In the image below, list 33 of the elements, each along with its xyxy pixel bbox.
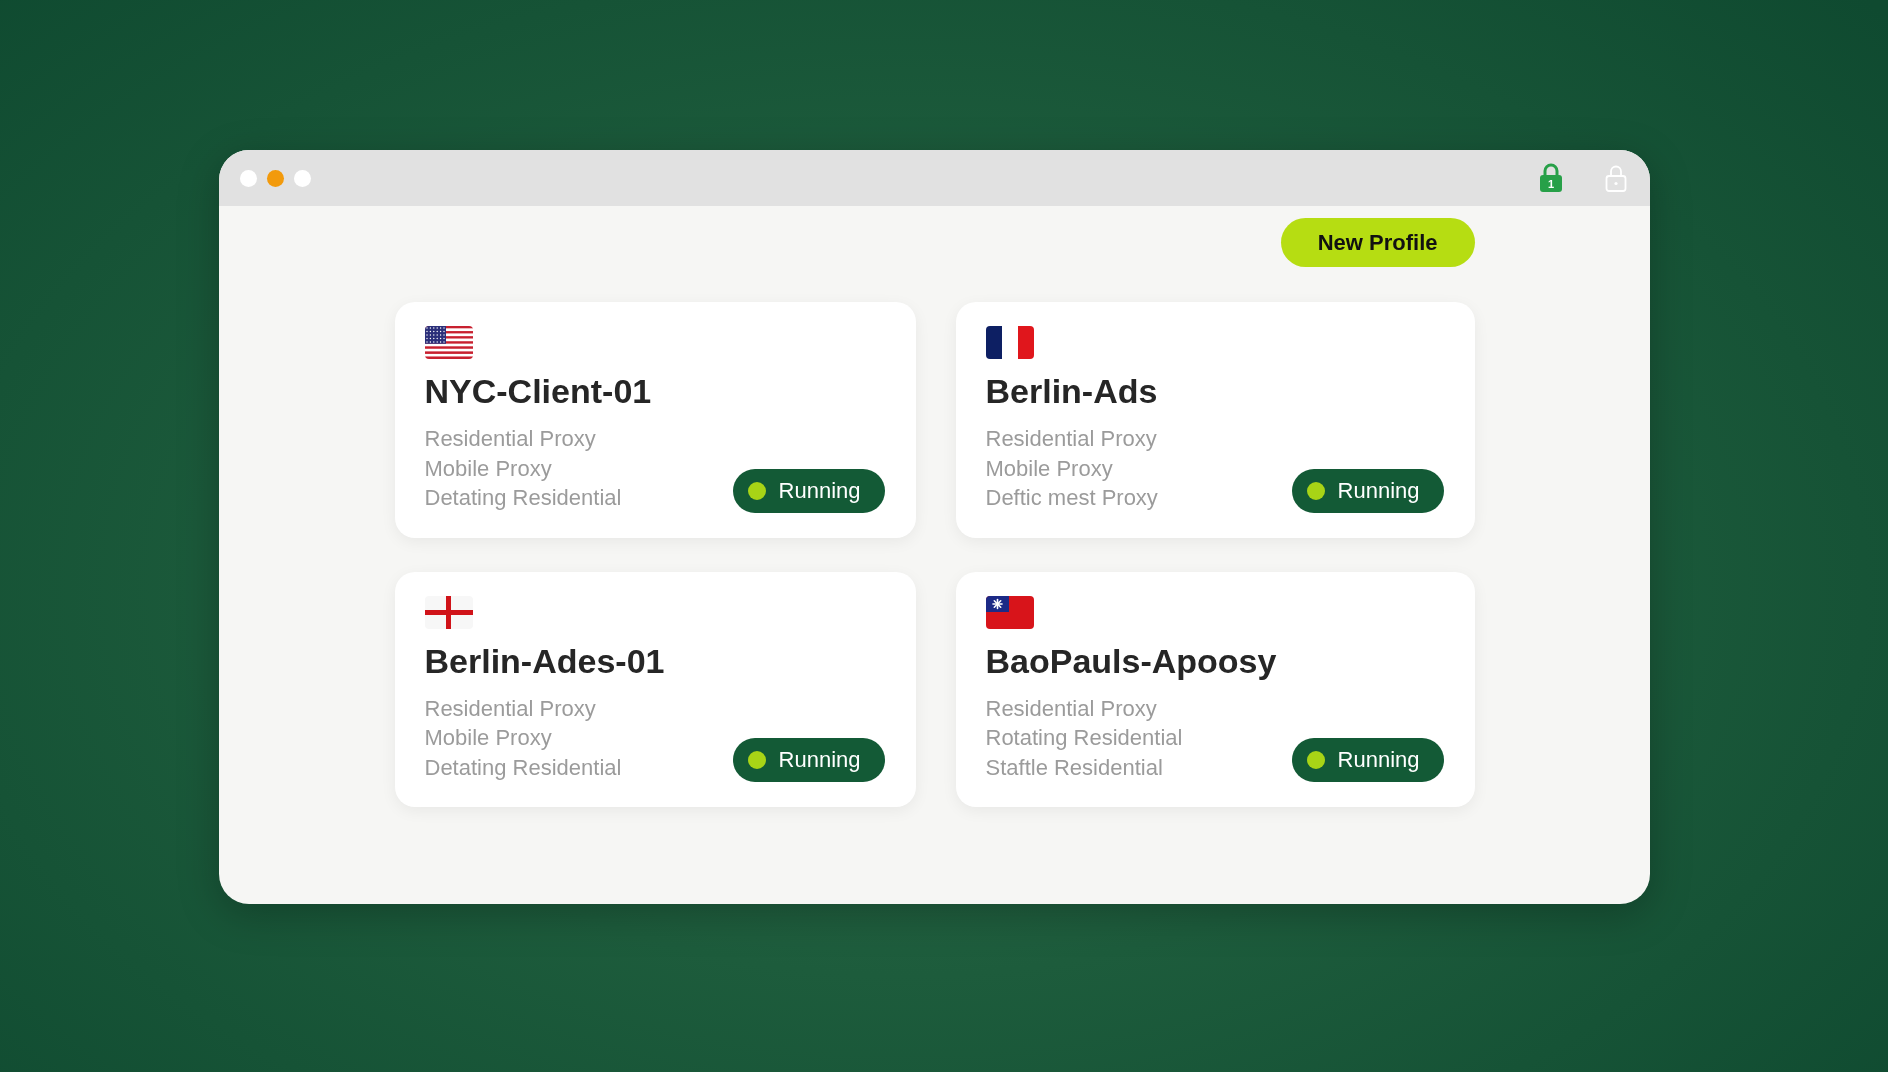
proxy-type-text: Residential Proxy [424,694,597,723]
profile-name: Berlin-Ades-01 [424,640,666,681]
lock-icon[interactable] [1604,163,1628,193]
proxy-type-text: Residential Proxy [985,425,1158,453]
window-control-icon[interactable] [294,169,311,187]
window-control-icon[interactable] [240,169,257,187]
status-dot-icon [1306,481,1325,500]
proxy-type-text: Deftic mest Proxy [985,484,1159,512]
status-text: Running [778,477,861,504]
status-dot-icon [747,481,766,500]
profile-name: Berlin-Ads [985,371,1159,411]
status-text: Running [1337,477,1420,504]
flag-icon [424,595,473,629]
proxy-type-text: Detating Residential [424,753,623,782]
flag-icon [985,326,1034,359]
proxy-type-text: Detating Residential [424,484,623,512]
profile-name: NYC-Client-01 [424,371,653,411]
new-profile-button[interactable]: New Profile [1280,218,1475,267]
proxy-type-text: Mobile Proxy [424,724,553,752]
proxy-type-text: Mobile Proxy [424,454,553,483]
proxy-type-text: Residential Proxy [985,694,1158,723]
proxy-type-text: Mobile Proxy [985,454,1114,483]
profile-name: BaoPauls-Apoosy [985,640,1278,681]
flag-icon [424,326,473,359]
proxy-type-text: Rotating Residential [985,724,1184,752]
status-text: Running [778,747,861,773]
window-control-icon[interactable] [267,169,284,187]
status-text: Running [1337,747,1420,773]
status-dot-icon [1306,751,1325,769]
proxy-type-text: Residential Proxy [424,425,597,453]
proxy-type-text: Staftle Residential [985,753,1164,782]
flag-icon [985,595,1034,629]
status-dot-icon [747,751,766,769]
